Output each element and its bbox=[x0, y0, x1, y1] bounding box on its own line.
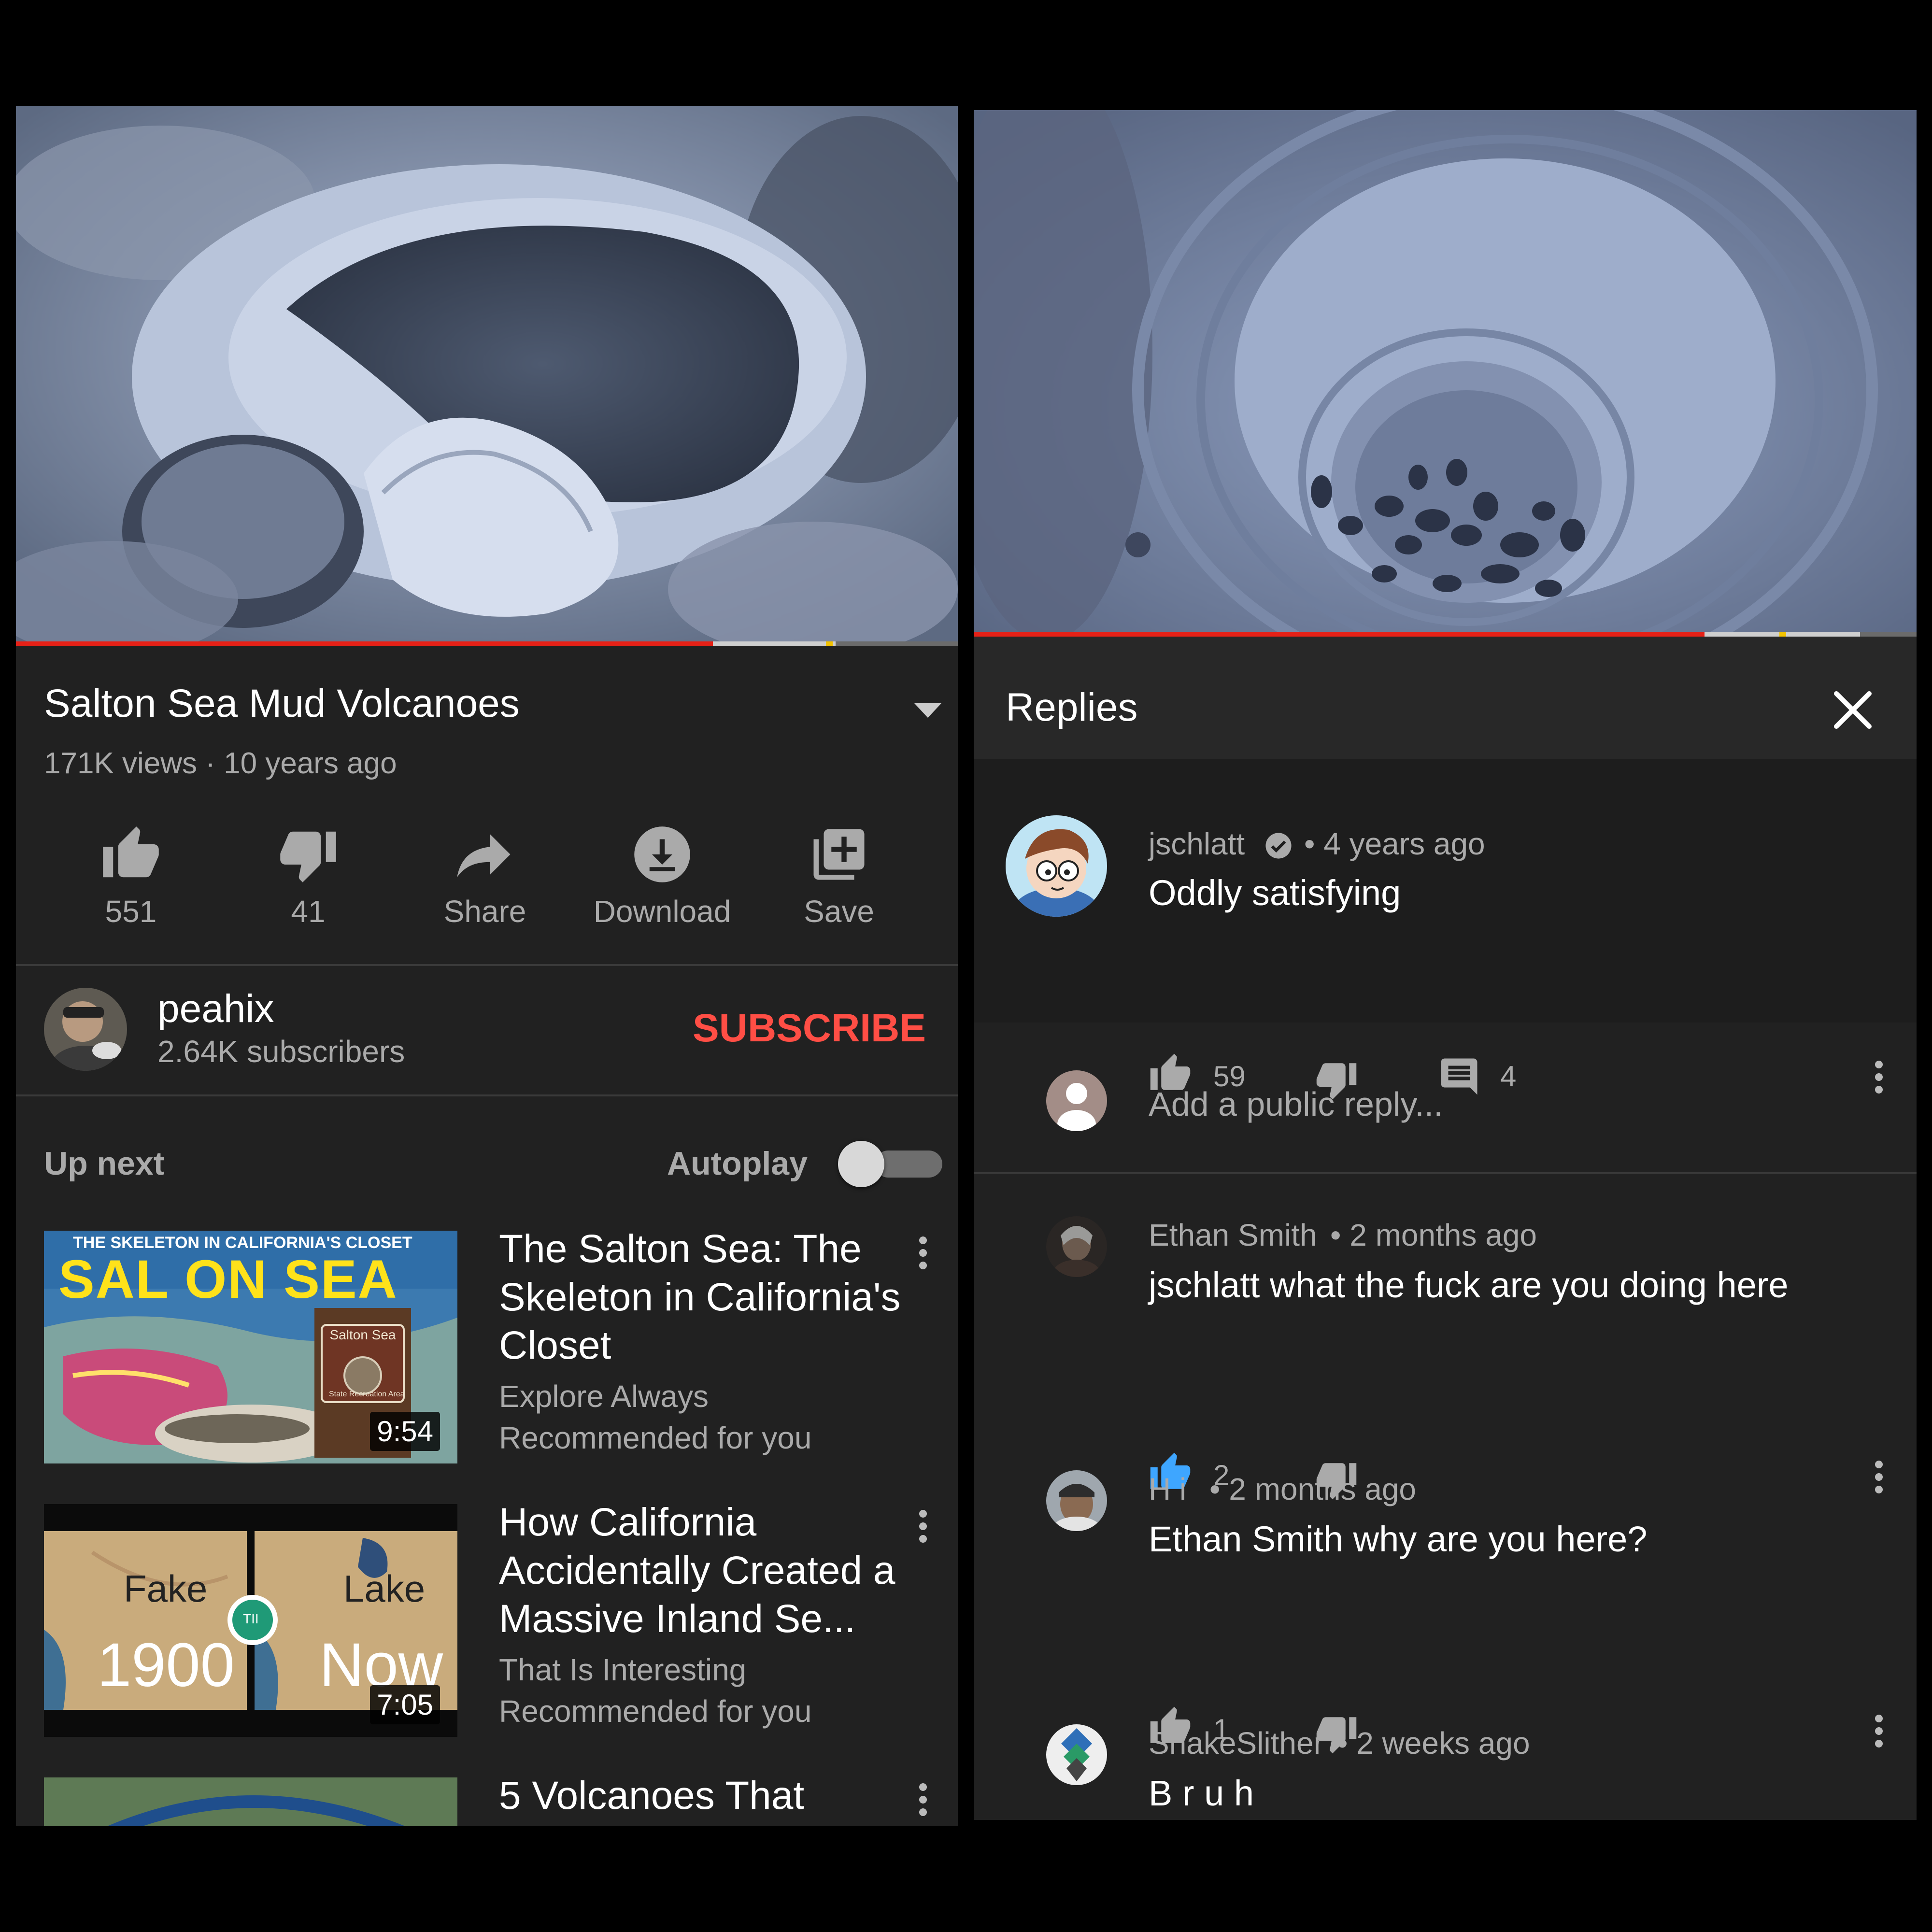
subscribe-button[interactable]: SUBSCRIBE bbox=[693, 1006, 926, 1051]
video-thumbnail[interactable]: THE SKELETON IN CALIFORNIA'S CLOSET SAL … bbox=[44, 1231, 457, 1463]
thumbnail-label-right: Lake bbox=[343, 1567, 426, 1610]
progress-played bbox=[16, 641, 713, 646]
comment-text: Oddly satisfying bbox=[1149, 873, 1401, 913]
thumbs-up-icon bbox=[100, 824, 161, 885]
replies-title: Replies bbox=[1006, 685, 1138, 729]
thumbnail-headline: SAL ON SEA bbox=[58, 1249, 398, 1309]
recommendation-title[interactable]: 5 Volcanoes That bbox=[499, 1772, 905, 1820]
verified-check-icon bbox=[1265, 833, 1292, 859]
video-title: Salton Sea Mud Volcanoes bbox=[44, 682, 520, 725]
reply-count: 4 bbox=[1500, 1060, 1517, 1093]
toggle-track bbox=[875, 1151, 942, 1178]
recommendation-title[interactable]: How California Accidentally Created a Ma… bbox=[499, 1498, 905, 1643]
download-icon bbox=[632, 824, 693, 885]
divider bbox=[16, 964, 958, 966]
comment-author[interactable]: jschlatt bbox=[1149, 826, 1245, 862]
recommendation-channel: That Is Interesting bbox=[499, 1652, 747, 1687]
thumbnail-sign-subtitle: State Recreation Area bbox=[329, 1390, 405, 1398]
more-vert-icon[interactable] bbox=[919, 1510, 929, 1548]
reply-time: • 2 weeks ago bbox=[1337, 1726, 1530, 1761]
reply-text: B r u h bbox=[1149, 1773, 1254, 1813]
channel-avatar[interactable] bbox=[44, 988, 127, 1071]
commenter-avatar[interactable] bbox=[1046, 1216, 1107, 1277]
up-next-heading: Up next bbox=[44, 1145, 165, 1182]
video-player[interactable] bbox=[16, 106, 958, 646]
reply-comment-icon bbox=[1437, 1055, 1481, 1098]
recommendation-reason: Recommended for you bbox=[499, 1421, 812, 1455]
video-progress-bar[interactable] bbox=[16, 641, 958, 646]
subscriber-count: 2.64K subscribers bbox=[157, 1034, 405, 1069]
video-meta: 171K views · 10 years ago bbox=[44, 747, 397, 780]
avatar-image bbox=[1046, 1724, 1107, 1785]
like-count: 551 bbox=[105, 894, 157, 929]
reply-input[interactable]: Add a public reply... bbox=[1149, 1085, 1443, 1123]
more-vert-icon[interactable] bbox=[919, 1236, 929, 1274]
more-vert-icon[interactable] bbox=[1875, 1461, 1885, 1498]
reply-author[interactable]: H i bbox=[1149, 1471, 1186, 1507]
share-icon bbox=[455, 824, 515, 885]
reply-author[interactable]: SnakeSlither bbox=[1149, 1725, 1324, 1761]
dropdown-arrow-icon[interactable] bbox=[914, 703, 941, 718]
top-comment bbox=[974, 759, 1917, 1023]
divider bbox=[974, 1172, 1917, 1174]
save-playlist-icon bbox=[809, 824, 869, 885]
thumbnail-channel-badge: TII bbox=[243, 1611, 259, 1626]
avatar-image bbox=[1046, 1470, 1107, 1531]
user-avatar bbox=[1046, 1070, 1107, 1131]
more-vert-icon[interactable] bbox=[1875, 1715, 1885, 1752]
divider bbox=[16, 1094, 958, 1096]
recommendation-reason: Recommended for you bbox=[499, 1694, 812, 1729]
reply-author[interactable]: Ethan Smith bbox=[1149, 1217, 1317, 1253]
thumbnail-image bbox=[44, 1777, 457, 1826]
more-vert-icon[interactable] bbox=[1875, 1061, 1885, 1098]
recommendation-title[interactable]: The Salton Sea: The Skeleton in Californ… bbox=[499, 1225, 905, 1370]
mud-volcano-frame bbox=[16, 106, 958, 646]
reply-text: Ethan Smith why are you here? bbox=[1149, 1519, 1648, 1559]
share-label: Share bbox=[443, 894, 526, 929]
video-duration: 9:54 bbox=[370, 1412, 440, 1451]
video-player[interactable] bbox=[974, 110, 1917, 650]
default-avatar-icon bbox=[1046, 1070, 1107, 1131]
video-thumbnail[interactable]: Fake Lake 1900 Now TII 7:05 bbox=[44, 1504, 457, 1737]
autoplay-label: Autoplay bbox=[667, 1145, 808, 1182]
reply-text: jschlatt what the fuck are you doing her… bbox=[1149, 1265, 1789, 1305]
more-vert-icon[interactable] bbox=[919, 1783, 929, 1821]
thumbnail-year-left: 1900 bbox=[97, 1631, 235, 1700]
commenter-avatar[interactable] bbox=[1046, 1470, 1107, 1531]
comment-time: • 4 years ago bbox=[1304, 826, 1485, 861]
avatar-image bbox=[44, 988, 127, 1071]
reply-time: • 2 months ago bbox=[1330, 1218, 1537, 1252]
thumbnail-sign-title: Salton Sea bbox=[329, 1327, 396, 1342]
progress-ad-marker bbox=[1779, 632, 1786, 637]
avatar-image bbox=[1006, 815, 1107, 917]
video-duration: 7:05 bbox=[370, 1685, 440, 1724]
channel-name[interactable]: peahix bbox=[157, 986, 274, 1032]
save-label: Save bbox=[804, 894, 874, 929]
video-watch-panel: Salton Sea Mud Volcanoes 171K views · 10… bbox=[16, 106, 958, 1826]
thumbs-down-icon bbox=[278, 824, 339, 885]
replies-panel: Replies jschlatt • 4 years ago Oddly sat… bbox=[974, 110, 1917, 1820]
commenter-avatar[interactable] bbox=[1006, 815, 1107, 917]
toggle-knob bbox=[838, 1141, 884, 1187]
progress-played bbox=[974, 632, 1705, 637]
thumbnail-label-left: Fake bbox=[124, 1567, 208, 1610]
reply-time: • 2 months ago bbox=[1209, 1472, 1416, 1506]
commenter-avatar[interactable] bbox=[1046, 1724, 1107, 1785]
video-progress-bar[interactable] bbox=[974, 632, 1917, 637]
mud-vent-frame bbox=[974, 110, 1917, 650]
progress-ad-marker bbox=[826, 641, 833, 646]
close-icon[interactable] bbox=[1833, 690, 1873, 730]
recommendation-channel: Explore Always bbox=[499, 1379, 709, 1414]
dislike-count: 41 bbox=[291, 894, 326, 929]
video-thumbnail[interactable] bbox=[44, 1777, 457, 1826]
avatar-image bbox=[1046, 1216, 1107, 1277]
download-label: Download bbox=[593, 894, 731, 929]
